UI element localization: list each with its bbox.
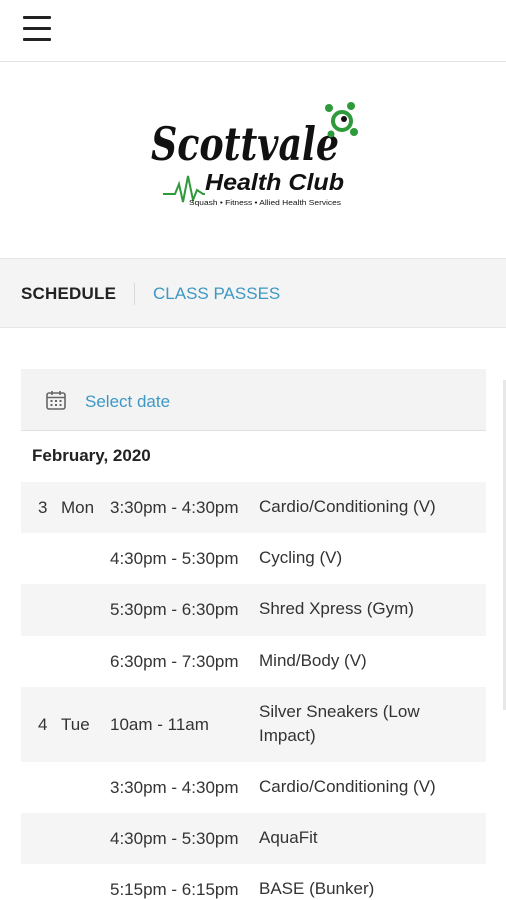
month-heading: February, 2020 [32, 446, 151, 465]
logo-area: Scottvale Health Club Squash • Fitness •… [0, 62, 506, 258]
hamburger-line [23, 27, 51, 30]
row-time: 6:30pm - 7:30pm [110, 652, 239, 671]
tab-divider [134, 283, 135, 305]
schedule-row[interactable]: 5:15pm - 6:15pm BASE (Bunker) [21, 864, 486, 900]
row-class: Silver Sneakers (Low Impact) [259, 702, 420, 745]
row-class: Cardio/Conditioning (V) [259, 497, 436, 516]
row-time: 3:30pm - 4:30pm [110, 778, 239, 797]
row-time: 3:30pm - 4:30pm [110, 498, 239, 517]
tab-bar: SCHEDULE CLASS PASSES [0, 258, 506, 328]
row-class: AquaFit [259, 828, 318, 847]
schedule-row[interactable]: 5:30pm - 6:30pm Shred Xpress (Gym) [21, 584, 486, 636]
club-logo: Scottvale Health Club Squash • Fitness •… [151, 102, 358, 207]
top-app-bar [0, 0, 506, 62]
date-picker-bar[interactable]: Select date [21, 369, 486, 431]
hamburger-line [23, 38, 51, 41]
logo-tagline: Squash • Fitness • Allied Health Service… [189, 198, 341, 207]
row-day: 4 [38, 715, 48, 734]
schedule-row[interactable]: 3 Mon 3:30pm - 4:30pm Cardio/Conditionin… [21, 482, 486, 533]
row-day: 3 [38, 498, 48, 517]
select-date-link[interactable]: Select date [85, 392, 170, 412]
tab-schedule[interactable]: SCHEDULE [21, 284, 116, 304]
row-class: BASE (Bunker) [259, 879, 375, 898]
tab-class-passes[interactable]: CLASS PASSES [153, 284, 280, 304]
logo-line2: Health Club [205, 169, 344, 195]
row-class: Cycling (V) [259, 548, 343, 567]
schedule-panel: Select date February, 2020 3 Mon 3:30pm … [21, 369, 486, 900]
row-time: 5:15pm - 6:15pm [110, 880, 239, 899]
row-time: 10am - 11am [110, 715, 209, 734]
row-class: Shred Xpress (Gym) [259, 599, 414, 618]
schedule-row[interactable]: 4:30pm - 5:30pm AquaFit [21, 813, 486, 864]
row-time: 5:30pm - 6:30pm [110, 600, 239, 619]
row-weekday: Mon [61, 498, 95, 517]
calendar-icon [46, 391, 66, 410]
hamburger-menu-icon[interactable] [23, 16, 51, 42]
row-time: 4:30pm - 5:30pm [110, 549, 239, 568]
hamburger-line [23, 16, 51, 19]
schedule-row[interactable]: 6:30pm - 7:30pm Mind/Body (V) [21, 636, 486, 687]
row-class: Cardio/Conditioning (V) [259, 777, 436, 796]
schedule-row[interactable]: 3:30pm - 4:30pm Cardio/Conditioning (V) [21, 762, 486, 813]
row-class: Mind/Body (V) [259, 651, 367, 670]
row-time: 4:30pm - 5:30pm [110, 829, 239, 848]
schedule-row[interactable]: 4 Tue 10am - 11am Silver Sneakers (Low I… [21, 687, 486, 762]
row-weekday: Tue [61, 715, 90, 734]
schedule-row[interactable]: 4:30pm - 5:30pm Cycling (V) [21, 533, 486, 584]
logo-line1: Scottvale [151, 117, 339, 171]
